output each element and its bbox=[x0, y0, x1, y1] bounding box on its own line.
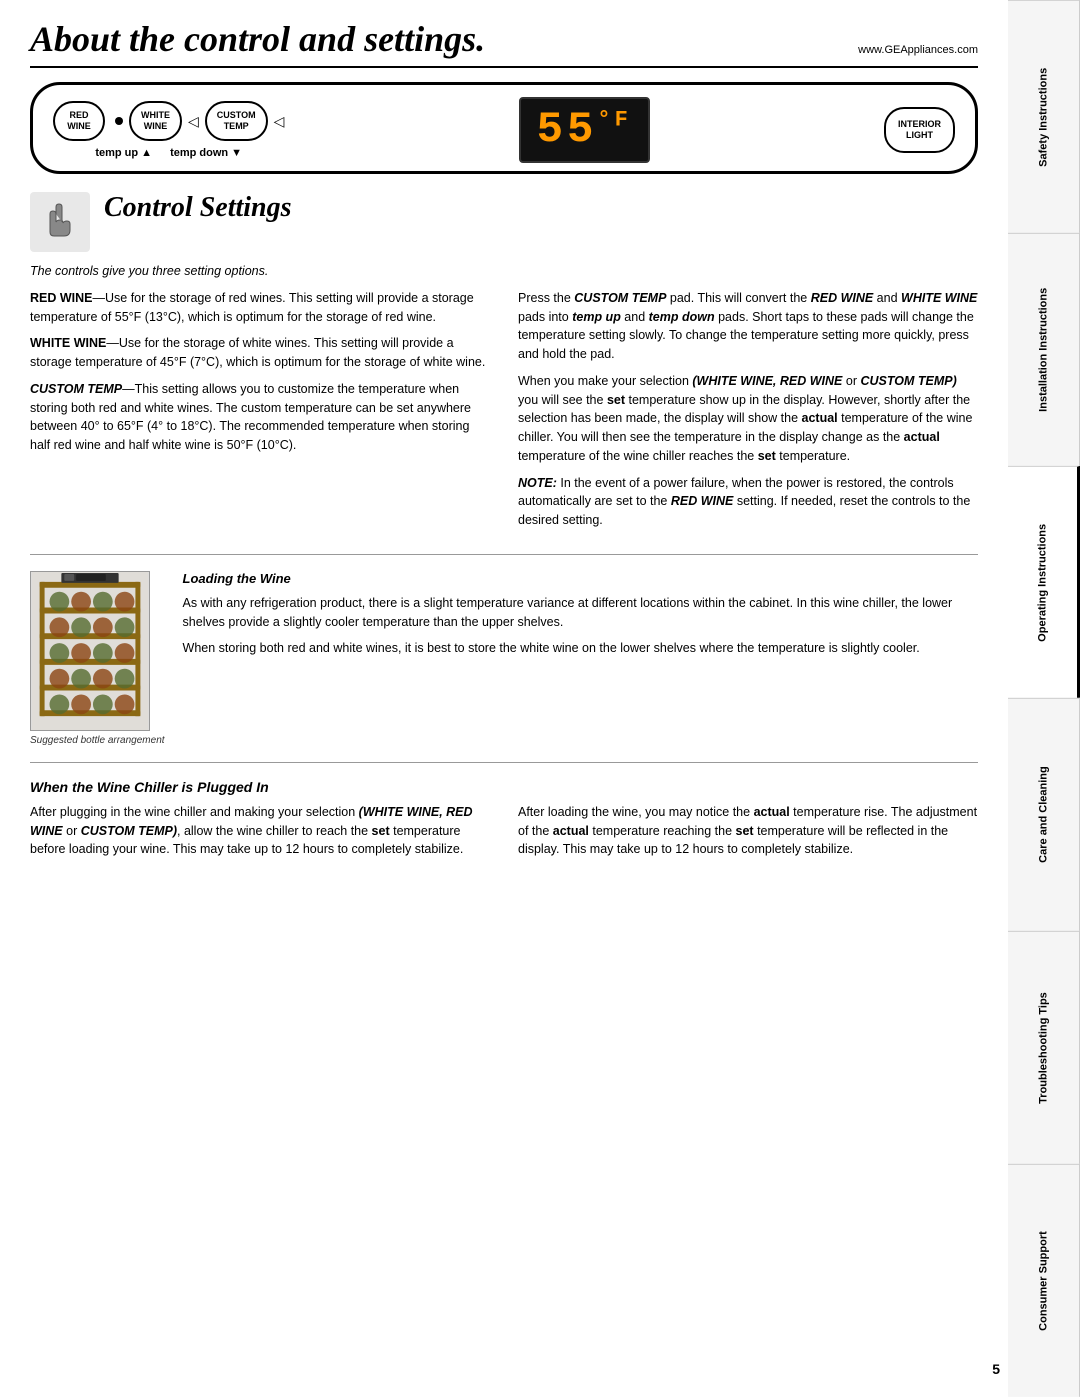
panel-dot-1 bbox=[115, 117, 123, 125]
plugged-para-right: After loading the wine, you may notice t… bbox=[518, 803, 978, 859]
loading-section: Suggested bottle arrangement Loading the… bbox=[30, 571, 978, 746]
plugged-right: After loading the wine, you may notice t… bbox=[518, 803, 978, 867]
right-para-2: When you make your selection (WHITE WINE… bbox=[518, 372, 978, 466]
custom-temp-button[interactable]: CUSTOMTEMP bbox=[205, 101, 268, 141]
section-title: Control Settings bbox=[104, 192, 292, 224]
white-wine-button[interactable]: WHITEWINE bbox=[129, 101, 182, 141]
loading-title: Loading the Wine bbox=[183, 571, 978, 586]
white-wine-label: WHITEWINE bbox=[141, 110, 170, 132]
left-column: RED WINE—Use for the storage of red wine… bbox=[30, 289, 490, 538]
display-unit: °F bbox=[597, 107, 631, 132]
interior-light-button[interactable]: INTERIORLIGHT bbox=[884, 107, 955, 153]
hand-icon bbox=[30, 192, 90, 252]
loading-content: Loading the Wine As with any refrigerati… bbox=[183, 571, 978, 746]
plugged-columns: After plugging in the wine chiller and m… bbox=[30, 803, 978, 867]
sidebar: Safety Instructions Installation Instruc… bbox=[1008, 0, 1080, 1397]
panel-arrow-2: ◁ bbox=[274, 113, 285, 130]
note-para: NOTE: In the event of a power failure, w… bbox=[518, 474, 978, 530]
divider-1 bbox=[30, 554, 978, 555]
wine-rack-image bbox=[30, 571, 150, 731]
sidebar-tab-operating[interactable]: Operating Instructions bbox=[1008, 466, 1080, 699]
custom-temp-label: CUSTOMTEMP bbox=[217, 110, 256, 132]
panel-left-group: REDWINE WHITEWINE ◁ CUSTOMTEMP ◁ temp up… bbox=[53, 101, 284, 159]
red-wine-button[interactable]: REDWINE bbox=[53, 101, 105, 141]
sidebar-tab-safety[interactable]: Safety Instructions bbox=[1008, 0, 1080, 233]
sidebar-tab-troubleshooting[interactable]: Troubleshooting Tips bbox=[1008, 931, 1080, 1164]
page-title-bar: About the control and settings. www.GEAp… bbox=[30, 18, 978, 68]
panel-buttons-row: REDWINE WHITEWINE ◁ CUSTOMTEMP ◁ bbox=[53, 101, 284, 141]
panel-arrow-1: ◁ bbox=[188, 113, 199, 130]
control-panel-illustration: REDWINE WHITEWINE ◁ CUSTOMTEMP ◁ temp up… bbox=[30, 82, 978, 174]
temperature-display: 55°F bbox=[519, 97, 650, 163]
right-column: Press the CUSTOM TEMP pad. This will con… bbox=[518, 289, 978, 538]
temp-down-label[interactable]: temp down ▼ bbox=[170, 147, 242, 159]
content-columns: RED WINE—Use for the storage of red wine… bbox=[30, 289, 978, 538]
display-value: 55 bbox=[537, 105, 598, 155]
red-wine-para: RED WINE—Use for the storage of red wine… bbox=[30, 289, 490, 327]
red-wine-label: REDWINE bbox=[65, 110, 93, 132]
website-url: www.GEAppliances.com bbox=[858, 44, 978, 56]
sidebar-tab-care[interactable]: Care and Cleaning bbox=[1008, 698, 1080, 931]
control-settings-header: Control Settings bbox=[30, 192, 978, 252]
page-number: 5 bbox=[992, 1361, 1000, 1377]
plugged-left: After plugging in the wine chiller and m… bbox=[30, 803, 490, 867]
loading-para-1: As with any refrigeration product, there… bbox=[183, 594, 978, 632]
wine-rack-caption: Suggested bottle arrangement bbox=[30, 735, 165, 746]
wine-rack-illustration-wrapper: Suggested bottle arrangement bbox=[30, 571, 165, 746]
temp-arrows-row: temp up ▲ temp down ▼ bbox=[95, 147, 242, 159]
page-title: About the control and settings. bbox=[30, 18, 485, 60]
sidebar-tab-installation[interactable]: Installation Instructions bbox=[1008, 233, 1080, 466]
right-para-1: Press the CUSTOM TEMP pad. This will con… bbox=[518, 289, 978, 364]
plugged-in-section: When the Wine Chiller is Plugged In Afte… bbox=[30, 779, 978, 867]
white-wine-para: WHITE WINE—Use for the storage of white … bbox=[30, 334, 490, 372]
loading-para-2: When storing both red and white wines, i… bbox=[183, 639, 978, 658]
temp-up-label[interactable]: temp up ▲ bbox=[95, 147, 152, 159]
plugged-title: When the Wine Chiller is Plugged In bbox=[30, 779, 978, 795]
custom-temp-para: CUSTOM TEMP—This setting allows you to c… bbox=[30, 380, 490, 455]
sidebar-tab-consumer[interactable]: Consumer Support bbox=[1008, 1164, 1080, 1397]
divider-2 bbox=[30, 762, 978, 763]
plugged-para-left: After plugging in the wine chiller and m… bbox=[30, 803, 490, 859]
controls-subtitle: The controls give you three setting opti… bbox=[30, 262, 978, 281]
interior-light-label: INTERIORLIGHT bbox=[898, 119, 941, 141]
